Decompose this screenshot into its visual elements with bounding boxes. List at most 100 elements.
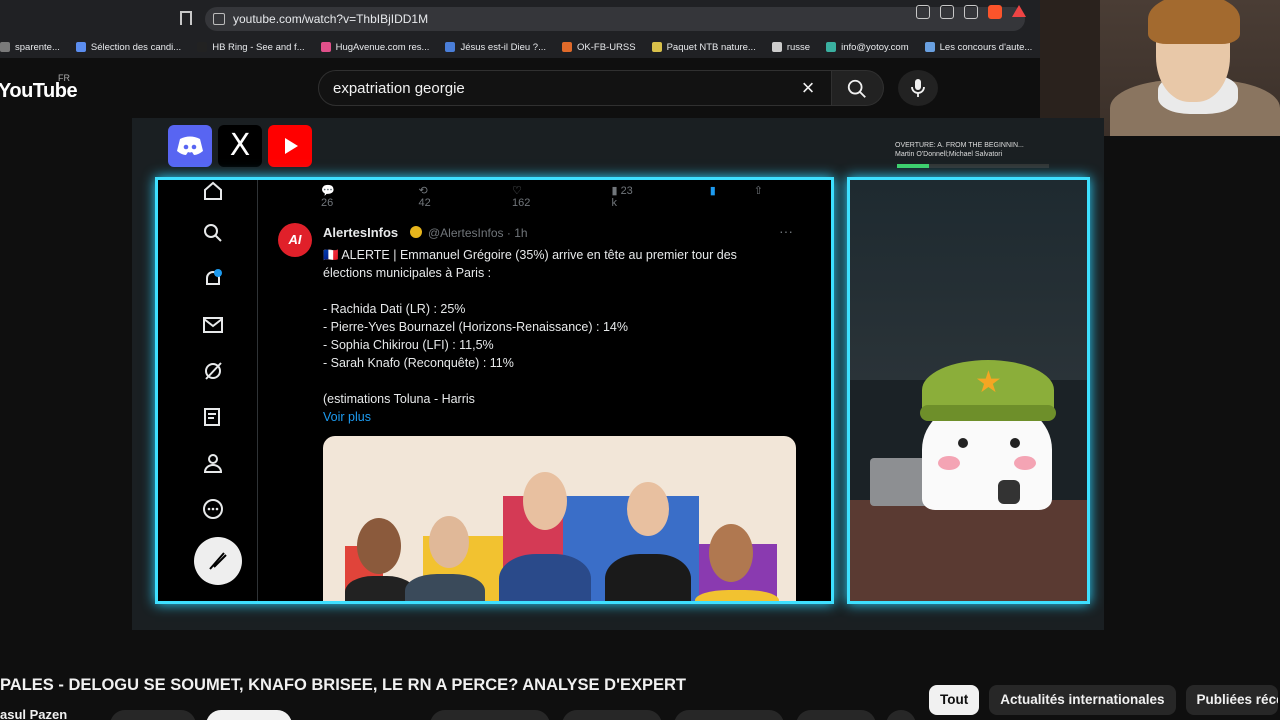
bookmark-label: sparente...: [15, 41, 60, 53]
save-button[interactable]: [674, 710, 784, 720]
author-avatar: AI: [278, 223, 312, 257]
bookmark-item[interactable]: OK-FB-URSS: [562, 42, 636, 53]
now-playing-title: OVERTURE: A. FROM THE BEGINNIN...: [895, 142, 1024, 149]
youtube-play-icon: [268, 125, 312, 167]
mascot-left-eye: [958, 438, 968, 448]
chip-2[interactable]: Publiées réce: [1185, 685, 1278, 715]
bookmark-label: HB Ring - See and f...: [212, 41, 305, 53]
chip-0[interactable]: Tout: [929, 685, 980, 715]
star-icon: ★: [975, 365, 1002, 400]
author-name: AlertesInfos: [323, 225, 399, 240]
mascot-left-cheek: [938, 456, 960, 470]
brave-rewards-icon[interactable]: [1012, 5, 1026, 17]
chip-1[interactable]: Actualités internationales: [989, 685, 1176, 715]
clip-button[interactable]: [796, 710, 876, 720]
bookmark-favicon-icon: [651, 42, 662, 52]
see-more-link[interactable]: Voir plus: [323, 408, 793, 426]
address-bar[interactable]: youtube.com/watch?v=ThbIBjIDD1M: [205, 7, 1025, 31]
bookmark-favicon-icon: [0, 42, 10, 52]
tweet-panel: 💬 26 ⟲ 42 ♡ 162 ▮ 23 k ▮ ⇧ AI AlertesInf…: [155, 177, 834, 604]
webcam-feed: [1040, 0, 1280, 136]
zoom-icon[interactable]: [940, 5, 954, 19]
now-playing-progress: [897, 164, 1049, 168]
compose-post-icon: [194, 537, 242, 585]
reply-count: 💬 26: [321, 185, 335, 209]
bookmark-label: Sélection des candi...: [90, 41, 182, 53]
youtube-header: YouTube FR expatriation georgie ×: [0, 58, 1040, 118]
like-count: ♡ 162: [511, 185, 531, 209]
webcam-person-hair: [1148, 0, 1240, 44]
now-playing: OVERTURE: A. FROM THE BEGINNIN... Martin…: [895, 141, 1050, 159]
bookmark-item[interactable]: Sélection des candi...: [75, 41, 182, 53]
bookmark-favicon-icon: [445, 42, 456, 52]
view-count: ▮ 23 k: [611, 185, 633, 209]
repost-count: ⟲ 42: [418, 185, 431, 209]
share-tweet-icon: ⇧: [753, 185, 763, 197]
voice-search-button[interactable]: [898, 70, 938, 106]
lists-icon: [204, 408, 220, 426]
bookmark-item[interactable]: HugAvenue.com res...: [320, 41, 430, 53]
youtube-logo[interactable]: YouTube: [0, 80, 78, 103]
tweet-text: 🇫🇷 ALERTE | Emmanuel Grégoire (35%) arri…: [323, 246, 793, 426]
tweet-line: (estimations Toluna - Harris: [323, 392, 475, 406]
search-input[interactable]: expatriation georgie ×: [318, 70, 832, 106]
bookmark-item[interactable]: Les concours d'aute...: [924, 41, 1033, 53]
more-icon: [203, 499, 223, 519]
bookmark-icon[interactable]: [180, 11, 192, 25]
bookmark-favicon-icon: [197, 42, 208, 52]
bookmark-label: Jésus est-il Dieu ?...: [460, 41, 546, 53]
region-code: FR: [58, 73, 70, 83]
bookmark-favicon-icon: [771, 42, 782, 52]
search-icon: [847, 79, 866, 98]
avatar-camera-panel: ★: [847, 177, 1090, 604]
bookmark-label: OK-FB-URSS: [577, 41, 636, 53]
bookmark-item[interactable]: russe: [771, 42, 810, 53]
clear-search-icon[interactable]: ×: [797, 77, 819, 99]
bookmark-item[interactable]: Jésus est-il Dieu ?...: [445, 42, 546, 53]
home-icon: [204, 181, 222, 200]
bookmark-label: HugAvenue.com res...: [335, 41, 430, 53]
bookmark-tweet-icon: ▮: [709, 185, 716, 197]
subscribe-button[interactable]: [110, 710, 196, 720]
microphone-prop: [998, 480, 1020, 504]
bookmark-label: Paquet NTB nature...: [666, 41, 756, 53]
bookmark-favicon-icon: [562, 42, 572, 52]
x-sidebar: [158, 180, 258, 601]
mascot-right-cheek: [1014, 456, 1036, 470]
bookmark-item[interactable]: sparente...: [0, 42, 60, 53]
bookmark-label: Les concours d'aute...: [939, 41, 1033, 53]
tweet-line: - Pierre-Yves Bournazel (Horizons-Renais…: [323, 320, 628, 334]
bookmarks-bar: sparente... Sélection des candi... HB Ring…: [0, 36, 1040, 58]
tweet-line: - Sophia Chikirou (LFI) : 11,5%: [323, 338, 494, 352]
search-query[interactable]: expatriation georgie: [333, 80, 465, 97]
browser-toolbar: youtube.com/watch?v=ThbIBjIDD1M: [0, 0, 1040, 36]
bookmark-item[interactable]: info@yotoy.com: [826, 42, 909, 53]
like-dislike-button[interactable]: [430, 710, 550, 720]
notifications-icon: [206, 269, 222, 285]
bookmark-label: info@yotoy.com: [841, 41, 909, 53]
url-text[interactable]: youtube.com/watch?v=ThbIBjIDD1M: [233, 12, 428, 26]
webcam-background: [1040, 0, 1100, 136]
tweet-line: [323, 282, 793, 300]
more-actions-button[interactable]: [886, 710, 916, 720]
messages-icon: [203, 317, 223, 333]
room-background: [850, 180, 1087, 380]
share-button[interactable]: [562, 710, 662, 720]
site-settings-icon[interactable]: [213, 13, 225, 25]
search-button[interactable]: [832, 70, 884, 106]
join-button[interactable]: [206, 710, 292, 720]
share-icon[interactable]: [964, 5, 978, 19]
brave-shield-icon[interactable]: [988, 5, 1002, 19]
bookmark-item[interactable]: HB Ring - See and f...: [197, 41, 305, 53]
x-icon: X: [218, 125, 262, 167]
bookmark-favicon-icon: [75, 42, 86, 52]
profile-icon: [203, 454, 223, 473]
tweet-line: [323, 372, 793, 390]
cast-icon[interactable]: [916, 5, 930, 19]
tweet-line: 🇫🇷 ALERTE | Emmanuel Grégoire (35%) arri…: [323, 248, 737, 262]
recommendation-chips: Tout Actualités internationales Publiées r…: [929, 685, 1278, 715]
channel-name[interactable]: asul Pazen: [0, 707, 67, 720]
explore-search-icon: [204, 224, 222, 242]
bookmark-item[interactable]: Paquet NTB nature...: [651, 41, 756, 53]
tweet-image: [323, 436, 796, 601]
